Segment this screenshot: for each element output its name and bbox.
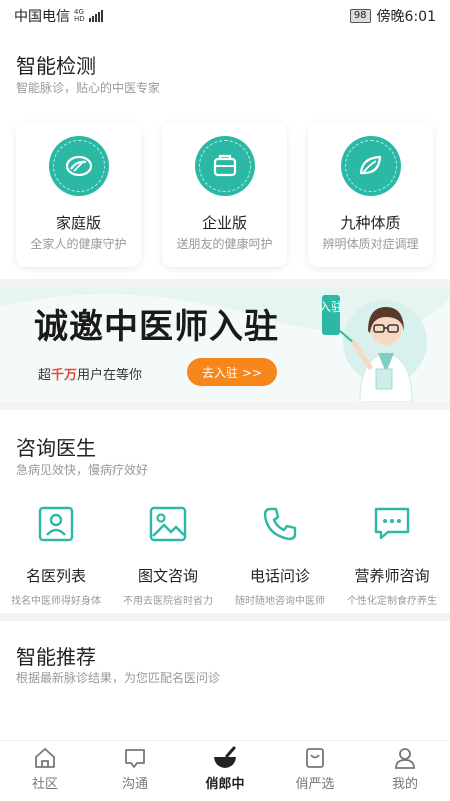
banner-title: 诚邀中医师入驻 <box>34 307 279 347</box>
bottom-tab-bar: 社区 沟通 俏郎中 俏严选 我的 <box>0 740 450 801</box>
phone-icon <box>263 507 297 541</box>
card-family[interactable]: 家庭版 全家人的健康守护 <box>16 122 141 267</box>
leaf-icon <box>340 136 401 196</box>
card-constitution[interactable]: 九种体质 辨明体质对症调理 <box>308 122 433 267</box>
image-icon <box>149 506 187 542</box>
tab-label: 俏郎中 <box>205 777 245 792</box>
grid-label: 电话问诊 <box>249 567 310 585</box>
family-icon <box>48 136 109 196</box>
recommend-section: 智能推荐 根据最新脉诊结果，为您匹配名医问诊 <box>0 621 450 740</box>
tab-community[interactable]: 社区 <box>0 741 90 801</box>
status-bar: 中国电信 4G HD 98 傍晚6:01 <box>0 0 450 32</box>
recruit-banner[interactable]: 诚邀中医师入驻 超千万用户在等你 去入驻 >> 入驻 <box>0 287 450 402</box>
card-desc: 全家人的健康守护 <box>30 237 127 251</box>
grid-label: 名医列表 <box>25 567 86 585</box>
card-name: 九种体质 <box>340 214 401 232</box>
chat-icon <box>374 507 410 540</box>
tab-label: 沟通 <box>121 777 148 792</box>
doctor-illustration: 入驻 <box>319 295 413 402</box>
nutritionist-consult-item[interactable]: 营养师咨询 个性化定制食疗养生 <box>336 505 448 607</box>
tab-label: 社区 <box>31 777 58 792</box>
home-icon <box>35 748 55 768</box>
card-enterprise[interactable]: 企业版 送朋友的健康呵护 <box>162 122 287 267</box>
section-subtitle: 根据最新脉诊结果，为您匹配名医问诊 <box>16 671 221 685</box>
message-icon <box>125 749 145 768</box>
grid-label: 营养师咨询 <box>354 567 430 585</box>
tab-message[interactable]: 沟通 <box>90 741 180 801</box>
network-label-bottom: HD <box>74 15 85 23</box>
card-name: 家庭版 <box>55 214 101 232</box>
grid-desc: 个性化定制食疗养生 <box>347 596 437 607</box>
card-name: 企业版 <box>201 214 247 232</box>
join-button[interactable]: 去入驻 >> <box>187 358 277 386</box>
mortar-icon <box>214 746 236 768</box>
tab-label: 俏严选 <box>295 777 335 792</box>
tab-doctor[interactable]: 俏郎中 <box>180 741 270 801</box>
card-desc: 辨明体质对症调理 <box>322 237 419 251</box>
card-desc: 送朋友的健康呵护 <box>176 237 273 251</box>
battery-icon: 98 <box>349 9 371 23</box>
section-title: 智能推荐 <box>16 645 96 669</box>
signal-icon <box>88 10 103 22</box>
section-title: 咨询医生 <box>16 436 96 460</box>
tab-label: 我的 <box>391 777 418 792</box>
grid-desc: 找名中医师得好身体 <box>11 596 101 607</box>
enterprise-icon <box>194 136 255 196</box>
status-right: 98 傍晚6:01 <box>349 6 436 26</box>
clock: 傍晚6:01 <box>376 9 436 25</box>
carrier-label: 中国电信 <box>14 9 70 25</box>
tab-shop[interactable]: 俏严选 <box>270 741 360 801</box>
image-consult-item[interactable]: 图文咨询 不用去医院省时省力 <box>112 505 224 607</box>
section-title: 智能检测 <box>16 54 96 78</box>
phone-consult-item[interactable]: 电话问诊 随时随地咨询中医师 <box>224 505 336 607</box>
doctor-list-item[interactable]: 名医列表 找名中医师得好身体 <box>0 505 112 607</box>
status-left: 中国电信 4G HD <box>14 6 103 26</box>
doctor-list-icon <box>38 506 74 542</box>
shop-icon <box>306 748 324 768</box>
banner-subtitle: 超千万用户在等你 <box>38 368 143 383</box>
user-icon <box>395 748 415 769</box>
section-subtitle: 智能脉诊，贴心的中医专家 <box>16 81 161 95</box>
network-type: 4G HD <box>74 9 85 23</box>
tab-profile[interactable]: 我的 <box>360 741 450 801</box>
grid-desc: 随时随地咨询中医师 <box>235 596 325 607</box>
grid-desc: 不用去医院省时省力 <box>123 596 213 607</box>
grid-label: 图文咨询 <box>137 567 198 585</box>
section-subtitle: 急病见效快，慢病疗效好 <box>16 463 149 477</box>
badge-text-1: 入驻 <box>319 299 343 314</box>
